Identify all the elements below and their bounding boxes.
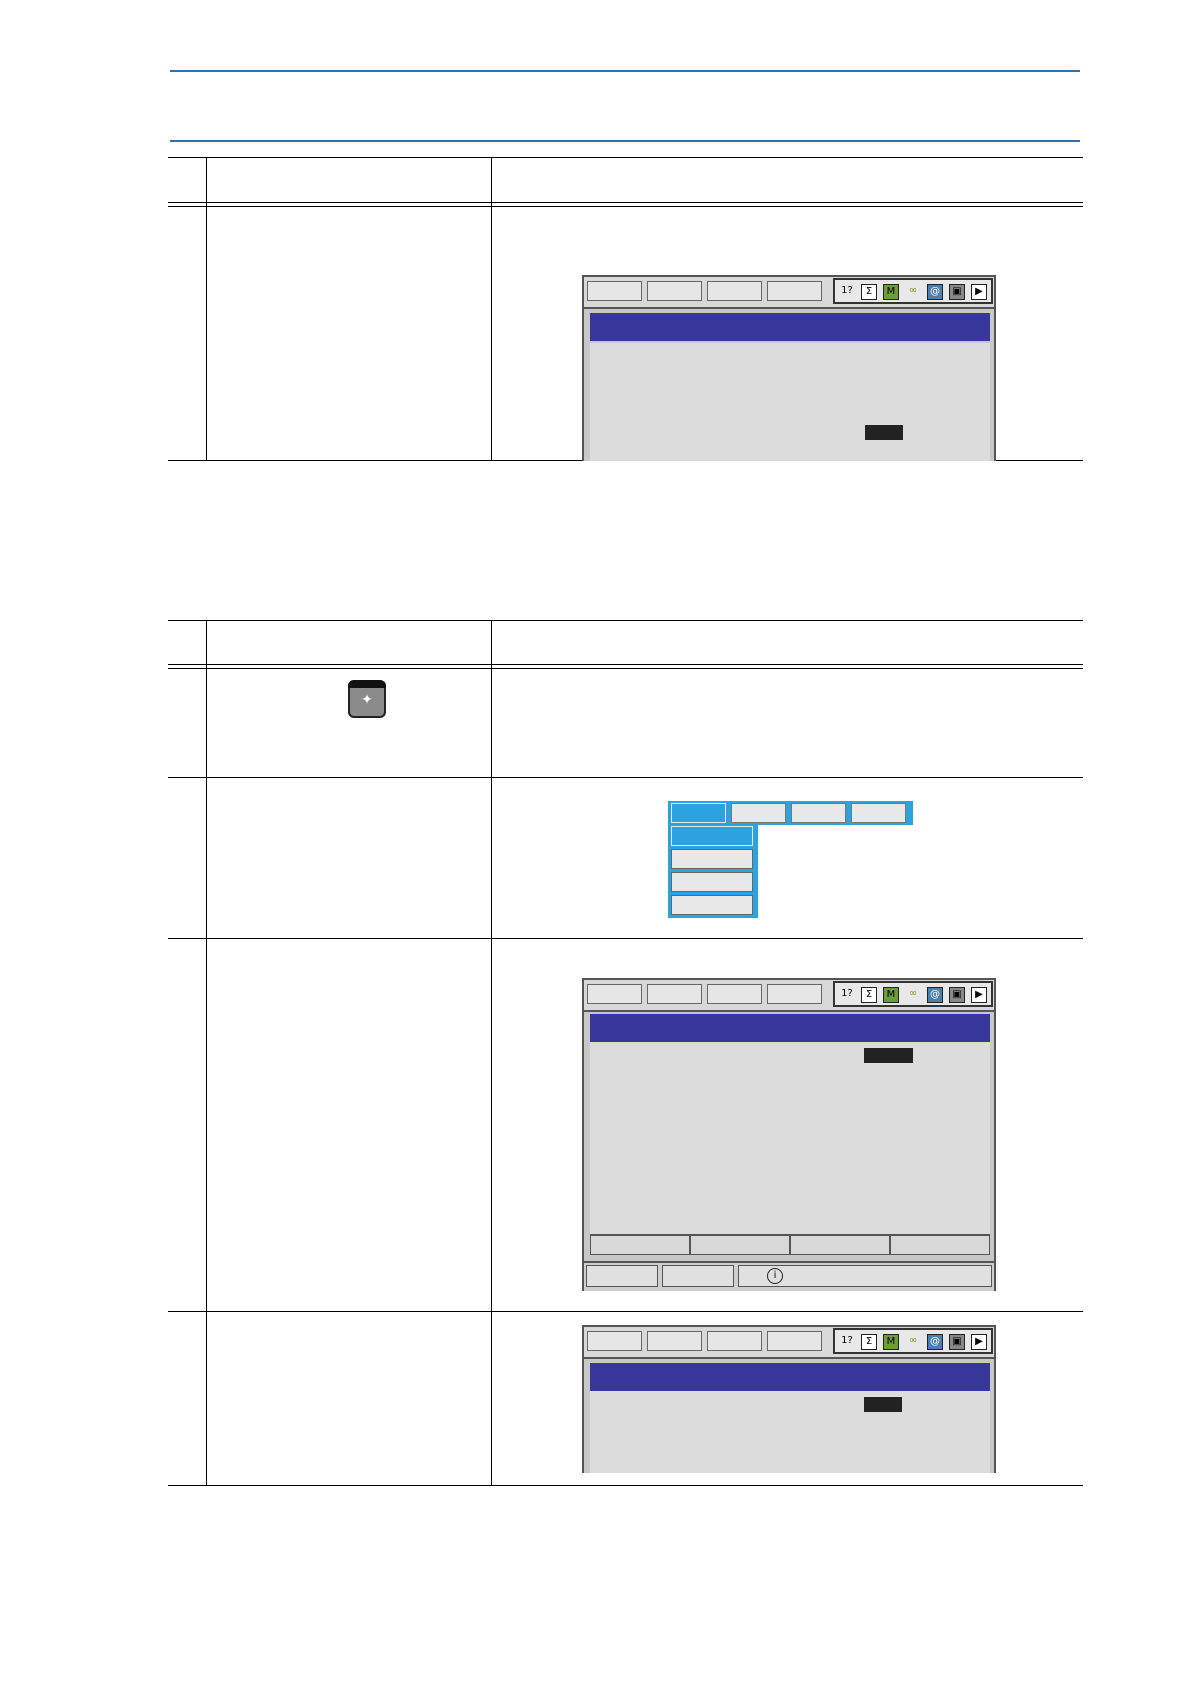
pendant-screen: 1? Σ M ∞ @ ▣ ▶ [582,1325,996,1473]
main-menu-tab[interactable] [587,281,642,301]
function-key[interactable] [890,1235,990,1255]
menu-item[interactable] [671,849,753,869]
tab[interactable] [707,281,762,301]
status-icon-7: ▶ [971,987,987,1003]
screen-content [590,1042,990,1234]
status-icon-2: Σ [861,1334,877,1350]
row-line [168,777,1083,778]
pendant-screen: 1? Σ M ∞ @ ▣ ▶ [582,275,996,461]
status-icon-7: ▶ [971,1334,987,1350]
table-header-line [168,202,1083,203]
status-icon-1: 1? [841,1335,853,1346]
bottom-button[interactable] [586,1265,658,1287]
column-divider [491,620,492,1486]
screen-title-bar [590,1363,990,1391]
tab[interactable] [767,1331,822,1351]
status-icon-7: ▶ [971,284,987,300]
pendant-screen: 1? Σ M ∞ @ ▣ ▶ i [582,978,996,1291]
menu-tab[interactable] [851,803,906,823]
column-divider [206,620,207,1486]
status-icons: 1? Σ M ∞ @ ▣ ▶ [833,278,993,304]
menu-item[interactable] [671,872,753,892]
bottom-bar: i [584,1261,994,1291]
status-icon-3: M [883,987,899,1003]
status-icon-4: ∞ [908,988,918,999]
main-menu-tab[interactable] [587,984,642,1004]
key-top-bar [348,680,386,688]
table-header-line-2 [168,206,1083,207]
cursor [864,1397,902,1412]
function-key-row [590,1234,990,1255]
status-icon-6: ▣ [949,284,965,300]
pulldown-menu [668,801,913,918]
menu-item[interactable] [671,895,753,915]
menu-tab[interactable] [731,803,786,823]
screen-title-bar [590,313,990,341]
tab[interactable] [707,984,762,1004]
table-bottom-line [168,1485,1083,1486]
table-top-line [168,157,1083,158]
status-icon-1: 1? [841,285,853,296]
status-icon-6: ▣ [949,1334,965,1350]
menu-tab-selected[interactable] [671,803,726,823]
status-icons: 1? Σ M ∞ @ ▣ ▶ [833,981,993,1007]
status-icon-6: ▣ [949,987,965,1003]
key-glyph: ✦ [361,692,373,708]
main-menu-tab[interactable] [587,1331,642,1351]
status-icon-4: ∞ [908,285,918,296]
message-area: i [738,1265,992,1287]
procedure-table-1: 1? Σ M ∞ @ ▣ ▶ [168,157,1083,461]
bottom-button[interactable] [662,1265,734,1287]
status-icon-1: 1? [841,988,853,999]
menu-item-selected[interactable] [671,826,753,846]
screen-top-bar: 1? Σ M ∞ @ ▣ ▶ [584,1327,994,1359]
function-key[interactable] [690,1235,790,1255]
column-divider [206,157,207,461]
status-icon-5: @ [927,987,943,1003]
tab[interactable] [767,984,822,1004]
screen-title-bar [590,1014,990,1042]
status-icon-3: M [883,284,899,300]
status-icon-3: M [883,1334,899,1350]
menu-tab[interactable] [791,803,846,823]
status-icon-5: @ [927,284,943,300]
info-icon: i [767,1268,783,1284]
screen-content [590,1391,990,1473]
status-icons: 1? Σ M ∞ @ ▣ ▶ [833,1328,993,1354]
procedure-table-2: ✦ 1? Σ M ∞ @ ▣ ▶ i 1? Σ M ∞ @ ▣ ▶ [168,620,1083,1486]
status-icon-4: ∞ [908,1335,918,1346]
row-line [168,938,1083,939]
simple-menu-tab[interactable] [647,281,702,301]
cursor [864,1048,913,1063]
table-header-line-2 [168,668,1083,669]
header-rule-top [170,70,1080,72]
column-divider [491,157,492,461]
cursor [865,425,903,440]
function-key[interactable] [590,1235,690,1255]
screen-top-bar: 1? Σ M ∞ @ ▣ ▶ [584,980,994,1012]
header-rule-bottom [170,140,1080,142]
tab[interactable] [767,281,822,301]
status-icon-2: Σ [861,987,877,1003]
screen-content [590,343,990,461]
simple-menu-tab[interactable] [647,984,702,1004]
status-icon-5: @ [927,1334,943,1350]
simple-menu-tab[interactable] [647,1331,702,1351]
row-line [168,1311,1083,1312]
table-top-line [168,620,1083,621]
main-menu-key-icon: ✦ [348,680,386,718]
function-key[interactable] [790,1235,890,1255]
screen-top-bar: 1? Σ M ∞ @ ▣ ▶ [584,277,994,309]
tab[interactable] [707,1331,762,1351]
table-header-line [168,664,1083,665]
status-icon-2: Σ [861,284,877,300]
